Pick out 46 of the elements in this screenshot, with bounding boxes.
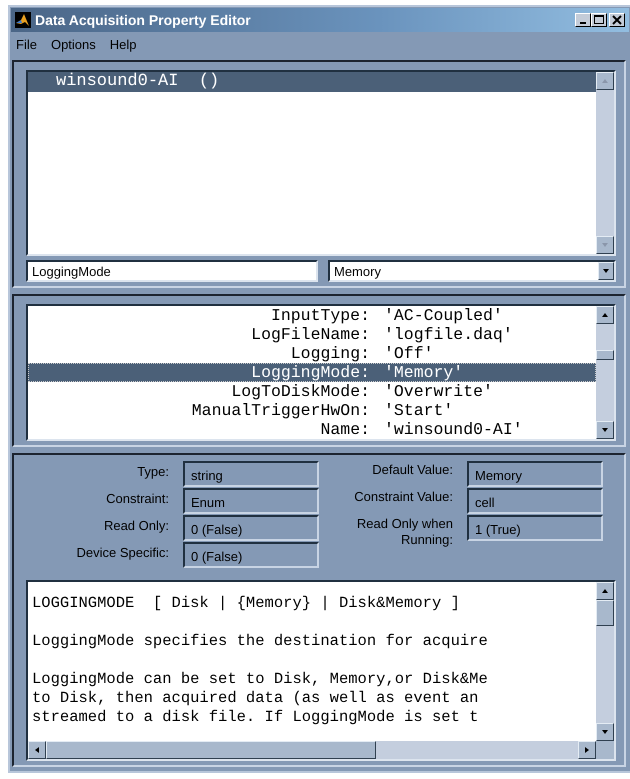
value-display: cell (467, 488, 603, 514)
help-text-line: LOGGINGMODE [ Disk | {Memory} | Disk&Memory ] (32, 594, 461, 613)
window-title: Data Acquisition Property Editor (35, 12, 252, 28)
maximize-icon (594, 15, 604, 25)
field-label: Read Only: (102, 517, 169, 533)
close-icon (612, 15, 622, 25)
horizontal-scroll-bar[interactable] (28, 741, 614, 759)
property-row[interactable]: LoggingMode: 'Memory' (28, 363, 596, 382)
property-row[interactable]: LogToDiskMode: 'Overwrite' (28, 382, 596, 401)
list-item[interactable]: winsound0-AI () (28, 72, 596, 92)
property-list[interactable]: InputType: 'AC-Coupled' LogFileName: 'logfile.daq' Logging: 'Off' LoggingMode: 'Memory' LogToDiskMode: 'Overwrite' ManualTriggerHwOn: 'Start' Name: 'winsound0-AI' (26, 304, 616, 441)
help-text-line: to Disk, then acquired data (as well as event an (32, 689, 480, 708)
field-label: Type: (136, 463, 169, 479)
property-row[interactable]: InputType: 'AC-Coupled' (28, 306, 596, 325)
value-display: Enum (183, 488, 319, 514)
value-display: Memory (467, 461, 603, 487)
field-label: Constraint: (105, 490, 169, 506)
property-row[interactable]: ManualTriggerHwOn: 'Start' (28, 401, 596, 420)
help-text-line: LoggingMode specifies the destination for acquire (32, 632, 489, 651)
property-row[interactable]: LogFileName: 'logfile.daq' (28, 325, 596, 344)
property-row[interactable]: Logging: 'Off' (28, 344, 596, 363)
scroll-bar[interactable] (596, 306, 614, 439)
value-dropdown[interactable]: Memory (328, 260, 616, 282)
field-label: Device Specific: (76, 544, 169, 560)
scroll-bar[interactable] (596, 582, 614, 741)
field-label: Constraint Value: (353, 488, 453, 505)
property-row[interactable]: Name: 'winsound0-AI' (28, 420, 596, 439)
minimize-button[interactable] (575, 13, 591, 27)
maximize-button[interactable] (591, 13, 607, 27)
menu-item[interactable]: Options (50, 37, 96, 52)
value-display: 1 (True) (467, 515, 603, 541)
minimize-icon (580, 22, 586, 24)
object-list[interactable]: winsound0-AI () (26, 70, 616, 256)
value-display: 0 (False) (183, 542, 319, 568)
field-label: Default Value: (371, 461, 453, 478)
scroll-bar[interactable] (596, 72, 614, 254)
menu-item[interactable]: Help (110, 37, 137, 52)
field-label: Read Only when Running: (356, 515, 453, 548)
help-text-line: LoggingMode can be set to Disk, Memory,or Disk&Me (32, 670, 489, 689)
caret-down-icon (602, 267, 610, 275)
value-display: 0 (False) (183, 515, 319, 541)
close-button[interactable] (609, 13, 625, 27)
help-text-line: streamed to a disk file. If LoggingMode is set t (32, 708, 480, 727)
property-name-field[interactable]: LoggingMode (26, 260, 318, 282)
value-display: string (183, 461, 319, 487)
menu-item[interactable]: File (16, 37, 37, 52)
